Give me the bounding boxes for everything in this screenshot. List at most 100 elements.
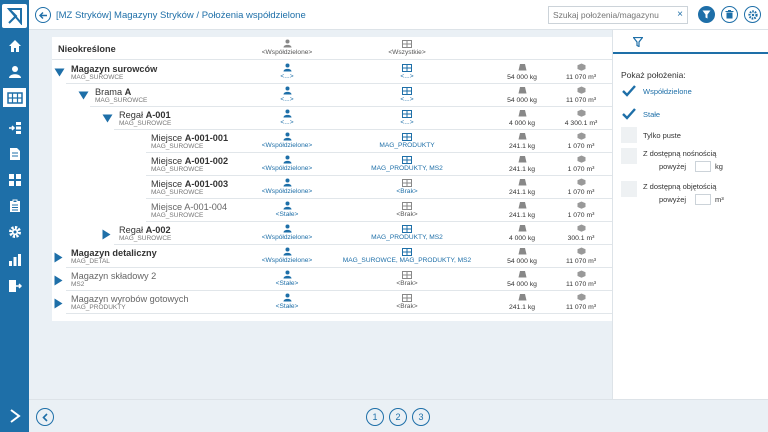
logout-icon[interactable]	[4, 276, 25, 295]
gear-icon[interactable]	[4, 222, 25, 241]
clipboard-icon[interactable]	[4, 196, 25, 215]
zones-text: MAG_PRODUKTY, MS2	[371, 234, 443, 241]
filter-volume-checkbox[interactable]: Z dostępną objętością powyżej m³	[621, 181, 761, 209]
shared-cell[interactable]: <Stałe>	[252, 293, 322, 310]
shared-cell[interactable]: <Stałe>	[252, 201, 322, 218]
volume-input[interactable]	[695, 194, 711, 205]
page-3-button[interactable]: 3	[412, 408, 430, 426]
tree-row-ra1[interactable]: Regał A-001 MAG_SUROWCE <...> <...> 4 000 kg…	[114, 107, 618, 130]
row-name: Regał A-002	[119, 225, 171, 235]
zones-text: <...>	[400, 119, 414, 126]
footer-back-button[interactable]	[36, 408, 54, 426]
volume-text: 4 300.1 m³	[564, 120, 598, 127]
shared-cell[interactable]: <Stałe>	[252, 270, 322, 287]
page-1-button[interactable]: 1	[366, 408, 384, 426]
shared-cell[interactable]: <Współdzielone>	[252, 39, 322, 56]
capacity-input[interactable]	[695, 161, 711, 172]
collapse-arrow-icon[interactable]	[78, 91, 89, 102]
checkbox-box[interactable]	[621, 181, 637, 197]
weight-icon	[518, 155, 527, 165]
expand-menu-icon[interactable]	[0, 399, 29, 432]
tree-row-m3[interactable]: Miejsce A-001-003 MAG_SUROWCE <Współdzielo…	[146, 176, 618, 199]
tree-row-m1[interactable]: Miejsce A-001-001 MAG_SUROWCE <Współdzielo…	[146, 130, 618, 153]
row-code: MAG_SUROWCE	[95, 97, 148, 104]
zones-cell[interactable]: <Brak>	[337, 201, 477, 218]
tree-row-ra2[interactable]: Regał A-002 MAG_SUROWCE <Współdzielone> MAG…	[114, 222, 618, 245]
delete-button[interactable]	[721, 6, 738, 23]
weight-cell: 4 000 kg	[492, 109, 552, 127]
expand-arrow-icon[interactable]	[54, 275, 63, 288]
shared-cell[interactable]: <Współdzielone>	[252, 224, 322, 241]
weight-text: 54 000 kg	[507, 74, 537, 81]
row-name-prefix: Regał	[119, 225, 144, 235]
volume-text: 1 070 m³	[567, 189, 595, 196]
collapse-arrow-icon[interactable]	[102, 114, 113, 125]
filter-empty-checkbox[interactable]: Tylko puste	[621, 127, 761, 145]
shared-cell[interactable]: <...>	[252, 109, 322, 126]
shared-cell[interactable]: <Współdzielone>	[252, 132, 322, 149]
people-shared-icon	[283, 155, 292, 164]
filter-fixed-checkbox[interactable]: Stałe	[621, 106, 761, 124]
expand-arrow-icon[interactable]	[54, 252, 63, 265]
volume-cell: 300.1 m³	[552, 224, 610, 242]
shared-cell[interactable]: <Współdzielone>	[252, 247, 322, 264]
tree-row-ms[interactable]: Magazyn surowców MAG_SUROWCE <...> <...> 54 …	[66, 61, 618, 84]
document-icon[interactable]	[4, 144, 25, 163]
tree-row-mk[interactable]: Magazyn składowy 2 MS2 <Stałe> <Brak> 54 000…	[66, 268, 618, 291]
expand-arrow-icon[interactable]	[54, 298, 63, 311]
settings-button[interactable]	[744, 6, 761, 23]
search-input[interactable]	[549, 7, 671, 23]
row-name: Magazyn detaliczny	[71, 248, 157, 258]
chart-icon[interactable]	[4, 250, 25, 269]
zones-cell[interactable]: MAG_SUROWCE, MAG_PRODUKTY, MS2	[337, 247, 477, 264]
volume-text: 1 070 m³	[567, 143, 595, 150]
home-icon[interactable]	[4, 36, 25, 55]
zones-cell[interactable]: <Brak>	[337, 270, 477, 287]
capacity-unit: kg	[715, 162, 723, 171]
tree-row-br[interactable]: Brama A MAG_SUROWCE <...> <...> 54 000 kg 11 …	[90, 84, 618, 107]
zones-cell[interactable]: <Brak>	[337, 293, 477, 310]
tree-row-m2[interactable]: Miejsce A-001-002 MAG_SUROWCE <Współdzielo…	[146, 153, 618, 176]
tree-row-mw[interactable]: Magazyn wyrobów gotowych MAG_PRODUKTY <Sta…	[66, 291, 618, 314]
shared-text: <Stałe>	[275, 303, 299, 310]
zones-cell[interactable]: <...>	[337, 109, 477, 126]
checkbox-box[interactable]	[621, 148, 637, 164]
tree-row-unspecified[interactable]: Nieokreślone <Współdzielone> <Wszystkie>	[52, 37, 618, 60]
users-icon[interactable]	[4, 62, 25, 81]
shared-text: <Współdzielone>	[261, 257, 313, 264]
warehouse-icon[interactable]	[3, 88, 26, 107]
zones-cell[interactable]: <...>	[337, 86, 477, 103]
tree-row-m4[interactable]: Miejsce A-001-004 MAG_SUROWCE <Stałe> <Brak…	[146, 199, 618, 222]
clear-search-icon[interactable]: ×	[677, 9, 683, 20]
zones-cell[interactable]: MAG_PRODUKTY, MS2	[337, 155, 477, 172]
back-button[interactable]	[35, 7, 51, 23]
app-logo-icon[interactable]	[2, 4, 27, 28]
row-name: Miejsce A-001-001	[151, 133, 228, 143]
expand-arrow-icon[interactable]	[102, 229, 111, 242]
tree-row-md[interactable]: Magazyn detaliczny MAG_DETAL <Współdzielon…	[66, 245, 618, 268]
filter-button[interactable]	[698, 6, 715, 23]
checkbox-box[interactable]	[621, 127, 637, 143]
zones-cell[interactable]: MAG_PRODUKTY	[337, 132, 477, 149]
shared-cell[interactable]: <Współdzielone>	[252, 178, 322, 195]
filter-capacity-checkbox[interactable]: Z dostępną nośnością powyżej kg	[621, 148, 761, 176]
shared-cell[interactable]: <Współdzielone>	[252, 155, 322, 172]
page-2-button[interactable]: 2	[389, 408, 407, 426]
zones-cell[interactable]: <Wszystkie>	[377, 39, 437, 56]
weight-text: 241.1 kg	[508, 189, 536, 196]
stock-flow-icon[interactable]	[4, 118, 25, 137]
zones-cell[interactable]: <Brak>	[337, 178, 477, 195]
dashboard-icon[interactable]	[4, 170, 25, 189]
collapse-arrow-icon[interactable]	[54, 68, 65, 79]
shared-cell[interactable]: <...>	[252, 63, 322, 80]
zones-icon	[402, 270, 412, 279]
shared-cell[interactable]: <...>	[252, 86, 322, 103]
row-code: MAG_PRODUKTY	[71, 304, 126, 311]
weight-cell: 241.1 kg	[492, 132, 552, 150]
volume-text: 11 070 m³	[565, 74, 597, 81]
zones-cell[interactable]: MAG_PRODUKTY, MS2	[337, 224, 477, 241]
filter-shared-checkbox[interactable]: Współdzielone	[621, 83, 761, 101]
shared-text: <Stałe>	[275, 211, 299, 218]
zones-text: MAG_PRODUKTY, MS2	[371, 165, 443, 172]
zones-cell[interactable]: <...>	[337, 63, 477, 80]
